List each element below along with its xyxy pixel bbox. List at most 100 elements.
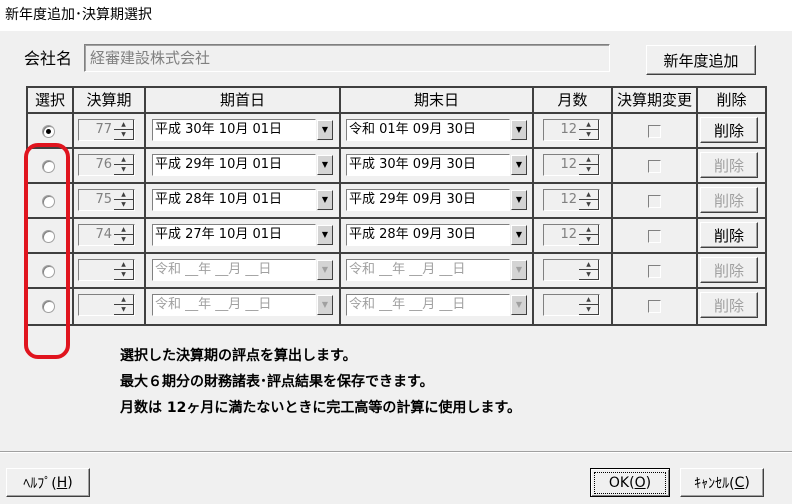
period-spinner[interactable]: 76 ▲ ▼ — [78, 154, 135, 176]
cancel-button[interactable]: ｷｬﾝｾﾙ(C) — [680, 468, 764, 497]
end-date-picker[interactable]: 平成 30年 09月 30日 — [346, 154, 510, 176]
spin-up-icon[interactable]: ▲ — [579, 260, 599, 270]
months-spinner[interactable]: 12 ▲ ▼ — [543, 189, 600, 211]
end-date-dropdown-icon[interactable]: ▼ — [511, 260, 527, 280]
spin-up-icon[interactable]: ▲ — [579, 155, 599, 165]
spin-up-icon[interactable]: ▲ — [114, 225, 134, 235]
end-date-picker[interactable]: 令和 __年 __月 __日 — [346, 294, 510, 316]
delete-button[interactable]: 削除 — [700, 187, 758, 213]
help-accel: H — [56, 474, 68, 491]
period-spinner[interactable]: 74 ▲ ▼ — [78, 224, 135, 246]
spin-down-icon[interactable]: ▼ — [579, 270, 599, 280]
delete-button[interactable]: 削除 — [700, 257, 758, 283]
spin-down-icon[interactable]: ▼ — [114, 165, 134, 175]
spin-down-icon[interactable]: ▼ — [579, 235, 599, 245]
end-date-dropdown-icon[interactable]: ▼ — [511, 295, 527, 315]
start-date-picker[interactable]: 平成 29年 10月 01日 — [152, 154, 316, 176]
select-radio[interactable] — [42, 265, 55, 278]
select-radio[interactable] — [42, 160, 55, 173]
start-date-dropdown-icon[interactable]: ▼ — [317, 155, 333, 175]
add-new-year-button[interactable]: 新年度追加 — [646, 45, 756, 75]
months-spinner[interactable]: ▲ ▼ — [543, 259, 600, 281]
period-change-checkbox[interactable] — [648, 160, 661, 173]
fiscal-period-grid: 選択 決算期 期首日 期末日 月数 決算期変更 削除 77 ▲ ▼ 平成 30年 10… — [26, 86, 767, 326]
select-radio[interactable] — [42, 125, 55, 138]
start-date-dropdown-icon[interactable]: ▼ — [317, 190, 333, 210]
ok-accel: O — [634, 474, 646, 491]
months-spinner[interactable]: 12 ▲ ▼ — [543, 119, 600, 141]
grid-hline — [26, 324, 767, 326]
spin-down-icon[interactable]: ▼ — [114, 270, 134, 280]
delete-button[interactable]: 削除 — [700, 292, 758, 318]
period-spinner[interactable]: ▲ ▼ — [78, 259, 135, 281]
spin-up-icon[interactable]: ▲ — [114, 295, 134, 305]
grid-hline — [26, 112, 767, 114]
spin-down-icon[interactable]: ▼ — [114, 235, 134, 245]
note-line: 最大６期分の財務諸表･評点結果を保存できます。 — [120, 374, 434, 390]
spin-up-icon[interactable]: ▲ — [579, 120, 599, 130]
spin-up-icon[interactable]: ▲ — [579, 190, 599, 200]
ok-button[interactable]: OK(O) — [590, 468, 670, 497]
delete-button[interactable]: 削除 — [700, 152, 758, 178]
select-radio[interactable] — [42, 230, 55, 243]
end-date-dropdown-icon[interactable]: ▼ — [511, 120, 527, 140]
months-spinner[interactable]: 12 ▲ ▼ — [543, 224, 600, 246]
start-date-picker[interactable]: 令和 __年 __月 __日 — [152, 294, 316, 316]
period-change-checkbox[interactable] — [648, 265, 661, 278]
spin-down-icon[interactable]: ▼ — [114, 305, 134, 315]
start-date-picker[interactable]: 平成 30年 10月 01日 — [152, 119, 316, 141]
grid-vline — [611, 86, 613, 326]
months-spinner[interactable]: ▲ ▼ — [543, 294, 600, 316]
spin-up-icon[interactable]: ▲ — [579, 225, 599, 235]
select-radio[interactable] — [42, 300, 55, 313]
spin-down-icon[interactable]: ▼ — [579, 305, 599, 315]
start-date-dropdown-icon[interactable]: ▼ — [317, 120, 333, 140]
start-date-dropdown-icon[interactable]: ▼ — [317, 260, 333, 280]
months-spinner[interactable]: 12 ▲ ▼ — [543, 154, 600, 176]
months-value: 12 — [560, 157, 577, 172]
spin-up-icon[interactable]: ▲ — [579, 295, 599, 305]
help-button[interactable]: ﾍﾙﾌﾟ(H) — [6, 468, 90, 497]
header-delete: 削除 — [716, 91, 747, 109]
spin-down-icon[interactable]: ▼ — [579, 165, 599, 175]
window-title: 新年度追加･決算期選択 — [0, 0, 792, 31]
period-change-checkbox[interactable] — [648, 195, 661, 208]
start-date-dropdown-icon[interactable]: ▼ — [317, 225, 333, 245]
delete-button[interactable]: 削除 — [700, 117, 758, 143]
period-spinner[interactable]: 75 ▲ ▼ — [78, 189, 135, 211]
spin-down-icon[interactable]: ▼ — [114, 200, 134, 210]
select-radio[interactable] — [42, 195, 55, 208]
end-date-picker[interactable]: 平成 29年 09月 30日 — [346, 189, 510, 211]
period-spinner[interactable]: ▲ ▼ — [78, 294, 135, 316]
cancel-label: ｷｬﾝｾﾙ( — [694, 475, 735, 492]
spin-up-icon[interactable]: ▲ — [114, 260, 134, 270]
end-date-picker[interactable]: 令和 __年 __月 __日 — [346, 259, 510, 281]
months-value: 12 — [560, 122, 577, 137]
delete-button[interactable]: 削除 — [700, 222, 758, 248]
dialog-client: 会社名 経審建設株式会社 新年度追加 選択 決算期 期首日 期末日 月数 決算期… — [0, 31, 792, 504]
end-date-dropdown-icon[interactable]: ▼ — [511, 225, 527, 245]
spin-up-icon[interactable]: ▲ — [114, 155, 134, 165]
spin-up-icon[interactable]: ▲ — [114, 120, 134, 130]
months-value: 12 — [560, 227, 577, 242]
period-value: 76 — [95, 157, 112, 172]
start-date-picker[interactable]: 平成 28年 10月 01日 — [152, 189, 316, 211]
cancel-suffix: ) — [744, 474, 750, 491]
spin-up-icon[interactable]: ▲ — [114, 190, 134, 200]
end-date-picker[interactable]: 令和 01年 09月 30日 — [346, 119, 510, 141]
period-change-checkbox[interactable] — [648, 300, 661, 313]
spin-down-icon[interactable]: ▼ — [579, 130, 599, 140]
period-change-checkbox[interactable] — [648, 125, 661, 138]
end-date-dropdown-icon[interactable]: ▼ — [511, 155, 527, 175]
end-date-picker[interactable]: 平成 28年 09月 30日 — [346, 224, 510, 246]
period-change-checkbox[interactable] — [648, 230, 661, 243]
spin-down-icon[interactable]: ▼ — [114, 130, 134, 140]
period-spinner[interactable]: 77 ▲ ▼ — [78, 119, 135, 141]
start-date-dropdown-icon[interactable]: ▼ — [317, 295, 333, 315]
end-date-dropdown-icon[interactable]: ▼ — [511, 190, 527, 210]
start-date-picker[interactable]: 平成 27年 10月 01日 — [152, 224, 316, 246]
grid-vline — [339, 86, 341, 326]
spin-down-icon[interactable]: ▼ — [579, 200, 599, 210]
start-date-picker[interactable]: 令和 __年 __月 __日 — [152, 259, 316, 281]
header-months: 月数 — [557, 91, 588, 109]
